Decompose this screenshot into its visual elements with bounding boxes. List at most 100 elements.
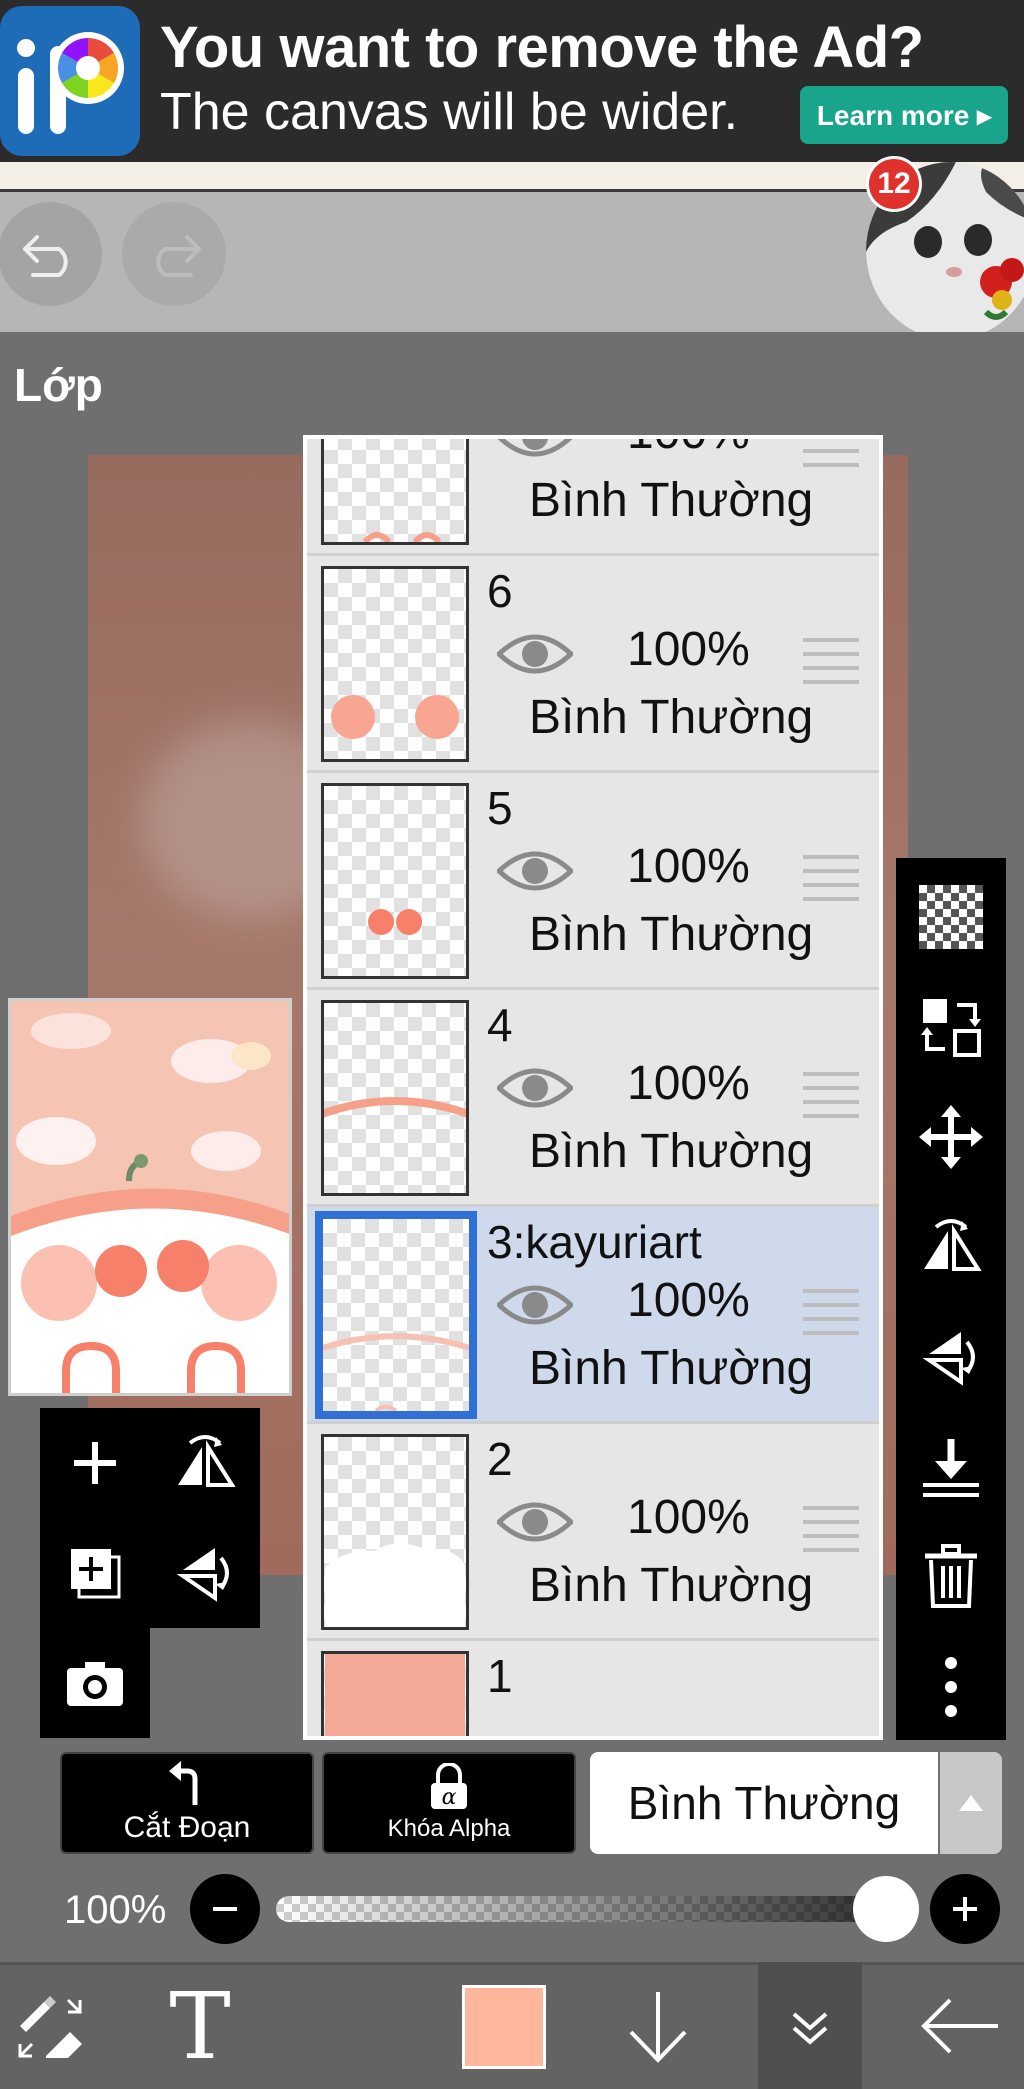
layer-blend-mode: Bình Thường xyxy=(529,1125,814,1178)
layer-name: 5 xyxy=(487,782,513,834)
alpha-lock-label: Khóa Alpha xyxy=(387,1815,511,1842)
swap-layers-icon xyxy=(921,999,981,1057)
layer-row[interactable]: 5 100% Bình Thường xyxy=(307,773,879,990)
checkerboard-icon xyxy=(919,885,983,949)
layer-row[interactable]: 6 100% Bình Thường xyxy=(307,556,879,773)
back-button[interactable] xyxy=(910,1962,1010,2089)
flip-layer-vertical-button[interactable] xyxy=(896,1302,1006,1412)
layer-down-button[interactable] xyxy=(612,1962,704,2089)
add-layer-button[interactable] xyxy=(40,1408,150,1518)
opacity-label: 100% xyxy=(64,1888,167,1932)
opacity-decrease-button[interactable] xyxy=(190,1874,260,1944)
drag-handle-icon[interactable] xyxy=(803,638,859,686)
drag-handle-icon[interactable] xyxy=(803,1289,859,1337)
blend-mode-select[interactable]: Bình Thường xyxy=(590,1752,938,1854)
flip-vertical-icon xyxy=(176,1548,229,1602)
transparency-button[interactable] xyxy=(896,862,1006,972)
eye-icon[interactable] xyxy=(495,845,575,897)
layer-name: 2 xyxy=(487,1433,513,1485)
trash-icon xyxy=(925,1544,977,1608)
text-icon: T xyxy=(169,1986,230,2066)
undo-icon xyxy=(23,235,68,277)
layer-opacity: 100% xyxy=(627,840,750,893)
lock-alpha-icon: α xyxy=(431,1763,467,1810)
merge-down-icon xyxy=(923,1439,979,1497)
flip-layer-horizontal-button[interactable] xyxy=(896,1192,1006,1302)
flip-vertical-button[interactable] xyxy=(150,1518,260,1628)
ad-subtitle: The canvas will be wider. xyxy=(160,83,739,141)
delete-layer-button[interactable] xyxy=(896,1522,1006,1632)
brush-eraser-button[interactable] xyxy=(0,1962,100,2089)
flip-horizontal-button[interactable] xyxy=(150,1408,260,1518)
flip-horizontal-icon xyxy=(178,1435,236,1487)
layer-thumbnail[interactable] xyxy=(321,1651,469,1736)
layer-blend-mode: Bình Thường xyxy=(529,691,814,744)
svg-text:T: T xyxy=(169,1986,230,2066)
layer-name: 6 xyxy=(487,565,513,617)
drag-handle-icon[interactable] xyxy=(803,855,859,903)
layer-list[interactable]: 100% Bình Thường 6 100% Bình Thường 5 100% Bình… xyxy=(303,435,883,1740)
move-button[interactable] xyxy=(896,1082,1006,1192)
redo-icon xyxy=(156,235,201,277)
flip-horizontal-icon xyxy=(924,1219,982,1271)
layer-opacity: 100% xyxy=(627,1274,750,1327)
camera-icon xyxy=(67,1662,123,1706)
text-tool-button[interactable]: T xyxy=(150,1962,250,2089)
layer-row[interactable]: 2 100% Bình Thường xyxy=(307,1424,879,1641)
eye-icon[interactable] xyxy=(495,628,575,680)
plus-icon xyxy=(74,1442,116,1484)
drag-handle-icon[interactable] xyxy=(803,439,859,469)
swap-layers-button[interactable] xyxy=(896,972,1006,1082)
more-vertical-icon xyxy=(945,1657,957,1717)
opacity-slider-thumb[interactable] xyxy=(853,1876,919,1942)
collapse-panel-button[interactable] xyxy=(758,1962,862,2089)
brush-eraser-icon xyxy=(18,1995,82,2058)
canvas-preview[interactable] xyxy=(8,998,292,1396)
layer-thumbnail[interactable] xyxy=(315,1211,477,1419)
alpha-lock-button[interactable]: α Khóa Alpha xyxy=(322,1752,576,1854)
layer-thumbnail[interactable] xyxy=(321,566,469,762)
layer-thumbnail[interactable] xyxy=(321,439,469,545)
merge-down-button[interactable] xyxy=(896,1412,1006,1522)
opacity-slider[interactable] xyxy=(276,1896,916,1922)
layer-row[interactable]: 100% Bình Thường xyxy=(307,439,879,556)
layer-blend-mode: Bình Thường xyxy=(529,474,814,527)
notification-badge: 12 xyxy=(866,156,922,212)
layer-thumbnail[interactable] xyxy=(321,783,469,979)
move-icon xyxy=(919,1105,983,1169)
drag-handle-icon[interactable] xyxy=(803,1506,859,1554)
layer-opacity: 100% xyxy=(627,439,750,460)
ad-title: You want to remove the Ad? xyxy=(160,15,924,80)
learn-more-button[interactable]: Learn more ▸ xyxy=(800,86,1008,144)
duplicate-layer-button[interactable] xyxy=(40,1518,150,1628)
undo-button[interactable] xyxy=(0,202,102,306)
more-options-button[interactable] xyxy=(896,1632,1006,1742)
camera-button[interactable] xyxy=(40,1628,150,1738)
svg-text:α: α xyxy=(442,1785,457,1810)
clipping-button[interactable]: Cắt Đoạn xyxy=(60,1752,314,1854)
current-color-swatch[interactable] xyxy=(462,1985,546,2069)
eye-icon[interactable] xyxy=(497,439,573,463)
layer-tools-column xyxy=(896,858,1006,1740)
drag-handle-icon[interactable] xyxy=(803,1072,859,1120)
layer-thumbnail[interactable] xyxy=(321,1434,469,1630)
eye-icon[interactable] xyxy=(495,1062,575,1114)
layer-thumbnail[interactable] xyxy=(321,1000,469,1196)
flip-vertical-icon xyxy=(922,1332,975,1386)
redo-button[interactable] xyxy=(122,202,226,306)
layer-row[interactable]: 3:kayuriart 100% Bình Thường xyxy=(307,1207,879,1424)
layer-name: 4 xyxy=(487,999,513,1051)
ad-banner[interactable]: You want to remove the Ad? The canvas wi… xyxy=(0,0,1024,162)
layer-row[interactable]: 1 xyxy=(307,1641,879,1736)
layer-opacity: 100% xyxy=(627,623,750,676)
blend-mode-toggle[interactable] xyxy=(940,1752,1002,1854)
layer-row[interactable]: 4 100% Bình Thường xyxy=(307,990,879,1207)
panel-title: Lớp xyxy=(14,359,103,411)
opacity-increase-button[interactable] xyxy=(930,1874,1000,1944)
eye-icon[interactable] xyxy=(495,1279,575,1331)
plus-icon xyxy=(953,1897,977,1921)
chevron-double-down-icon xyxy=(792,2011,828,2045)
layer-opacity: 100% xyxy=(627,1057,750,1110)
layer-name: 3:kayuriart xyxy=(487,1216,702,1268)
eye-icon[interactable] xyxy=(495,1496,575,1548)
